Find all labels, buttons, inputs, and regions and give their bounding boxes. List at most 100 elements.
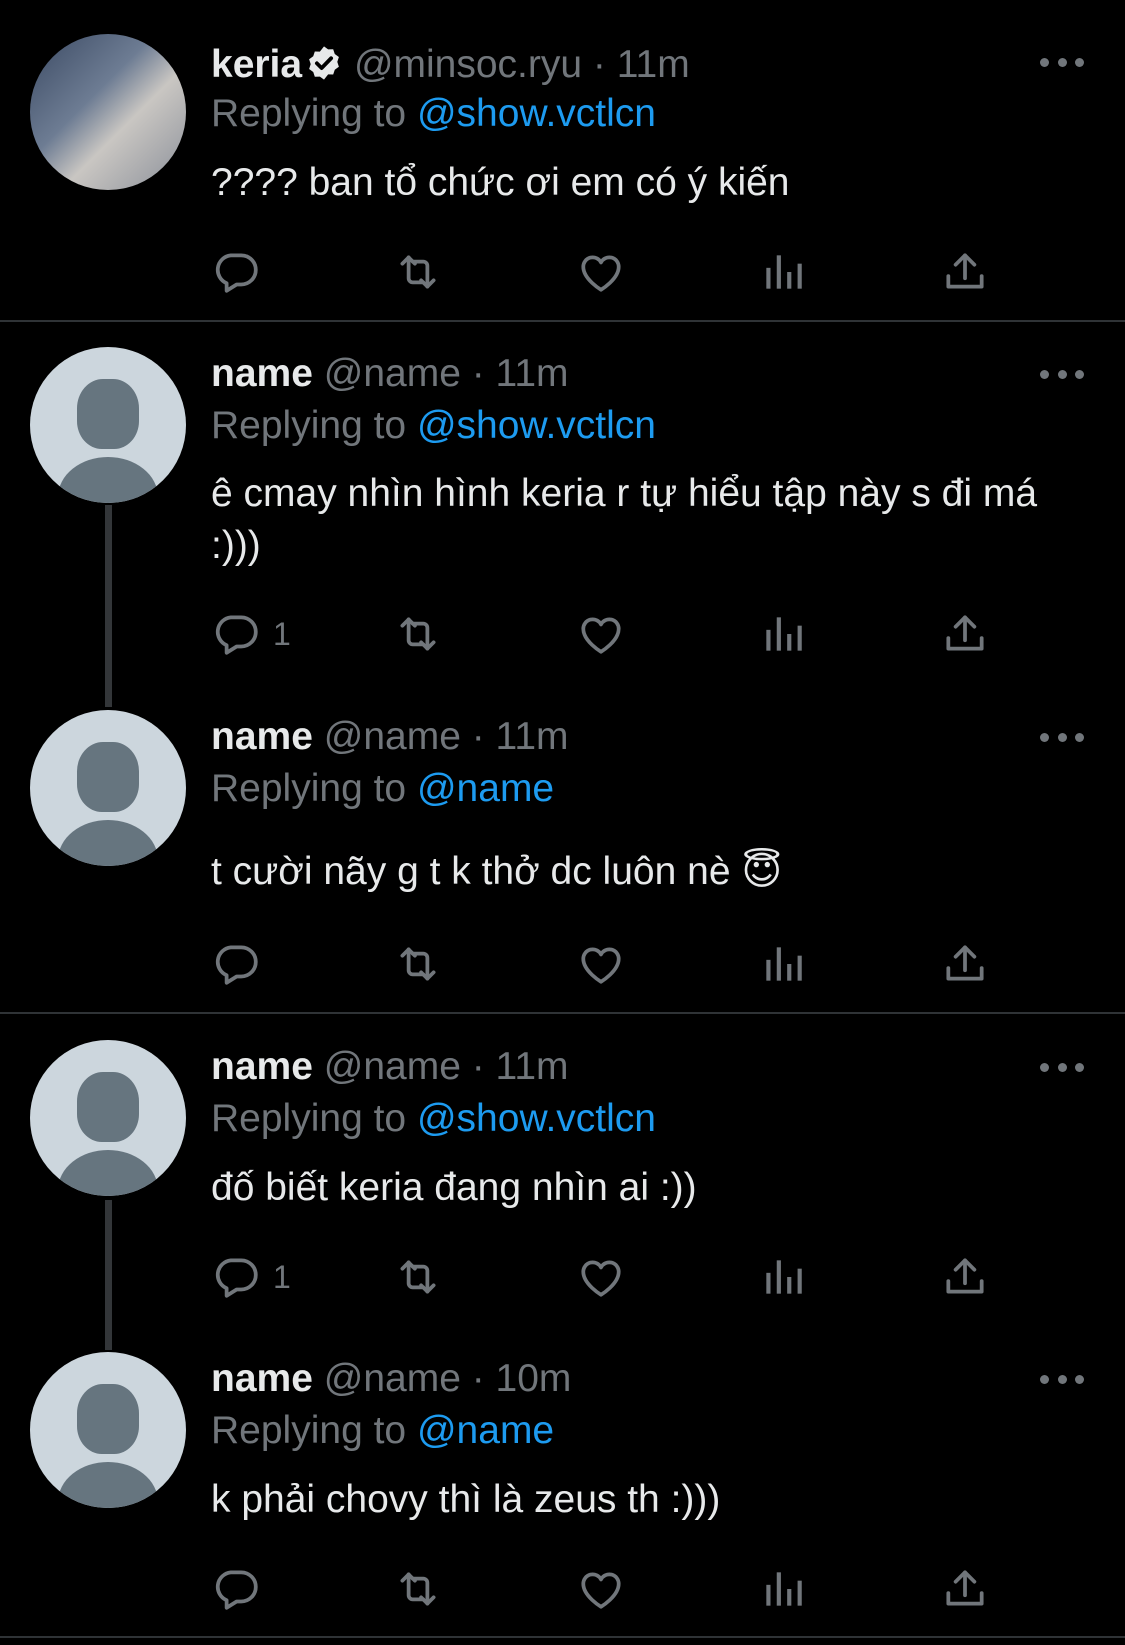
like-button[interactable] [576, 1563, 626, 1615]
handle[interactable]: @name [324, 715, 461, 758]
retweet-icon [393, 1564, 443, 1614]
like-button[interactable] [576, 246, 626, 298]
retweet-button[interactable] [393, 246, 443, 298]
mention-link[interactable]: @show.vctlcn [417, 404, 656, 447]
replying-to: Replying to @show.vctlcn [211, 92, 656, 135]
reply-icon [211, 1252, 261, 1302]
divider [0, 320, 1125, 322]
tweet-header: name @name · 11m [211, 1042, 569, 1092]
reply-button[interactable] [211, 1563, 273, 1615]
views-icon [758, 939, 808, 989]
handle[interactable]: @name [324, 1045, 461, 1088]
reply-icon [211, 247, 261, 297]
handle[interactable]: @minsoc.ryu [354, 43, 582, 86]
share-icon [940, 1252, 990, 1302]
retweet-icon [393, 1252, 443, 1302]
heart-icon [576, 609, 626, 659]
views-icon [758, 609, 808, 659]
mention-link[interactable]: @show.vctlcn [417, 1097, 656, 1140]
avatar-default[interactable] [30, 1352, 186, 1508]
divider [0, 1636, 1125, 1638]
reply-button[interactable]: 1 [211, 608, 291, 660]
replying-to: Replying to @show.vctlcn [211, 1097, 656, 1140]
like-button[interactable] [576, 1251, 626, 1303]
like-button[interactable] [576, 938, 626, 990]
reply-count: 1 [273, 615, 291, 652]
display-name[interactable]: name [211, 715, 313, 758]
display-name[interactable]: name [211, 352, 313, 395]
heart-icon [576, 1252, 626, 1302]
share-button[interactable] [940, 246, 990, 298]
reply-button[interactable]: 1 [211, 1251, 291, 1303]
views-icon [758, 247, 808, 297]
share-button[interactable] [940, 1563, 990, 1615]
display-name[interactable]: name [211, 1357, 313, 1400]
tweet-text: k phải chovy thì là zeus th :))) [211, 1478, 721, 1521]
tweet-actions: 1 [211, 1251, 1011, 1303]
tweet-header: name @name · 10m [211, 1354, 571, 1404]
views-button[interactable] [758, 608, 808, 660]
timestamp[interactable]: · 11m [472, 1045, 569, 1088]
views-icon [758, 1564, 808, 1614]
tweet-actions [211, 246, 1011, 298]
more-icon[interactable] [1040, 364, 1084, 384]
tweet-actions: 1 [211, 608, 1011, 660]
retweet-button[interactable] [393, 1563, 443, 1615]
mention-link[interactable]: @name [417, 1409, 554, 1452]
views-button[interactable] [758, 1251, 808, 1303]
retweet-button[interactable] [393, 938, 443, 990]
timestamp[interactable]: · 11m [472, 715, 569, 758]
retweet-button[interactable] [393, 1251, 443, 1303]
reply-count: 1 [273, 1258, 291, 1295]
like-button[interactable] [576, 608, 626, 660]
share-button[interactable] [940, 1251, 990, 1303]
retweet-icon [393, 609, 443, 659]
avatar-default[interactable] [30, 710, 186, 866]
avatar-default[interactable] [30, 1040, 186, 1196]
handle[interactable]: @name [324, 1357, 461, 1400]
handle[interactable]: @name [324, 352, 461, 395]
timestamp[interactable]: · 11m [593, 43, 690, 86]
reply-icon [211, 609, 261, 659]
tweet-text: ???? ban tổ chức ơi em có ý kiến [211, 161, 790, 204]
share-button[interactable] [940, 938, 990, 990]
tweet-header: name @name · 11m [211, 712, 569, 762]
share-button[interactable] [940, 608, 990, 660]
verified-badge-icon [305, 44, 343, 82]
display-name[interactable]: name [211, 1045, 313, 1088]
more-icon[interactable] [1040, 1369, 1084, 1389]
mention-link[interactable]: @name [417, 767, 554, 810]
views-button[interactable] [758, 246, 808, 298]
reply-icon [211, 939, 261, 989]
more-icon[interactable] [1040, 1057, 1084, 1077]
retweet-icon [393, 247, 443, 297]
share-icon [940, 939, 990, 989]
views-button[interactable] [758, 1563, 808, 1615]
tweet-header: name @name · 11m [211, 349, 569, 399]
replying-to: Replying to @name [211, 1409, 555, 1452]
display-name[interactable]: keria [211, 43, 302, 86]
avatar-default[interactable] [30, 347, 186, 503]
retweet-button[interactable] [393, 608, 443, 660]
replying-to: Replying to @show.vctlcn [211, 404, 656, 447]
heart-icon [576, 247, 626, 297]
timestamp[interactable]: · 10m [472, 1357, 572, 1400]
tweet-text: t cười nãy g t k thở dc luôn nè 😇 [211, 850, 783, 893]
divider [0, 1012, 1125, 1014]
heart-icon [576, 1564, 626, 1614]
mention-link[interactable]: @show.vctlcn [417, 92, 656, 135]
thread-line [105, 505, 112, 707]
heart-icon [576, 939, 626, 989]
avatar-keria[interactable] [30, 34, 186, 190]
more-icon[interactable] [1040, 52, 1084, 72]
views-button[interactable] [758, 938, 808, 990]
reply-button[interactable] [211, 246, 273, 298]
reply-button[interactable] [211, 938, 273, 990]
tweet-header: keria @minsoc.ryu · 11m [211, 40, 690, 90]
share-icon [940, 247, 990, 297]
tweet-actions [211, 938, 1011, 990]
views-icon [758, 1252, 808, 1302]
timestamp[interactable]: · 11m [472, 352, 569, 395]
more-icon[interactable] [1040, 727, 1084, 747]
thread-line [105, 1200, 112, 1350]
